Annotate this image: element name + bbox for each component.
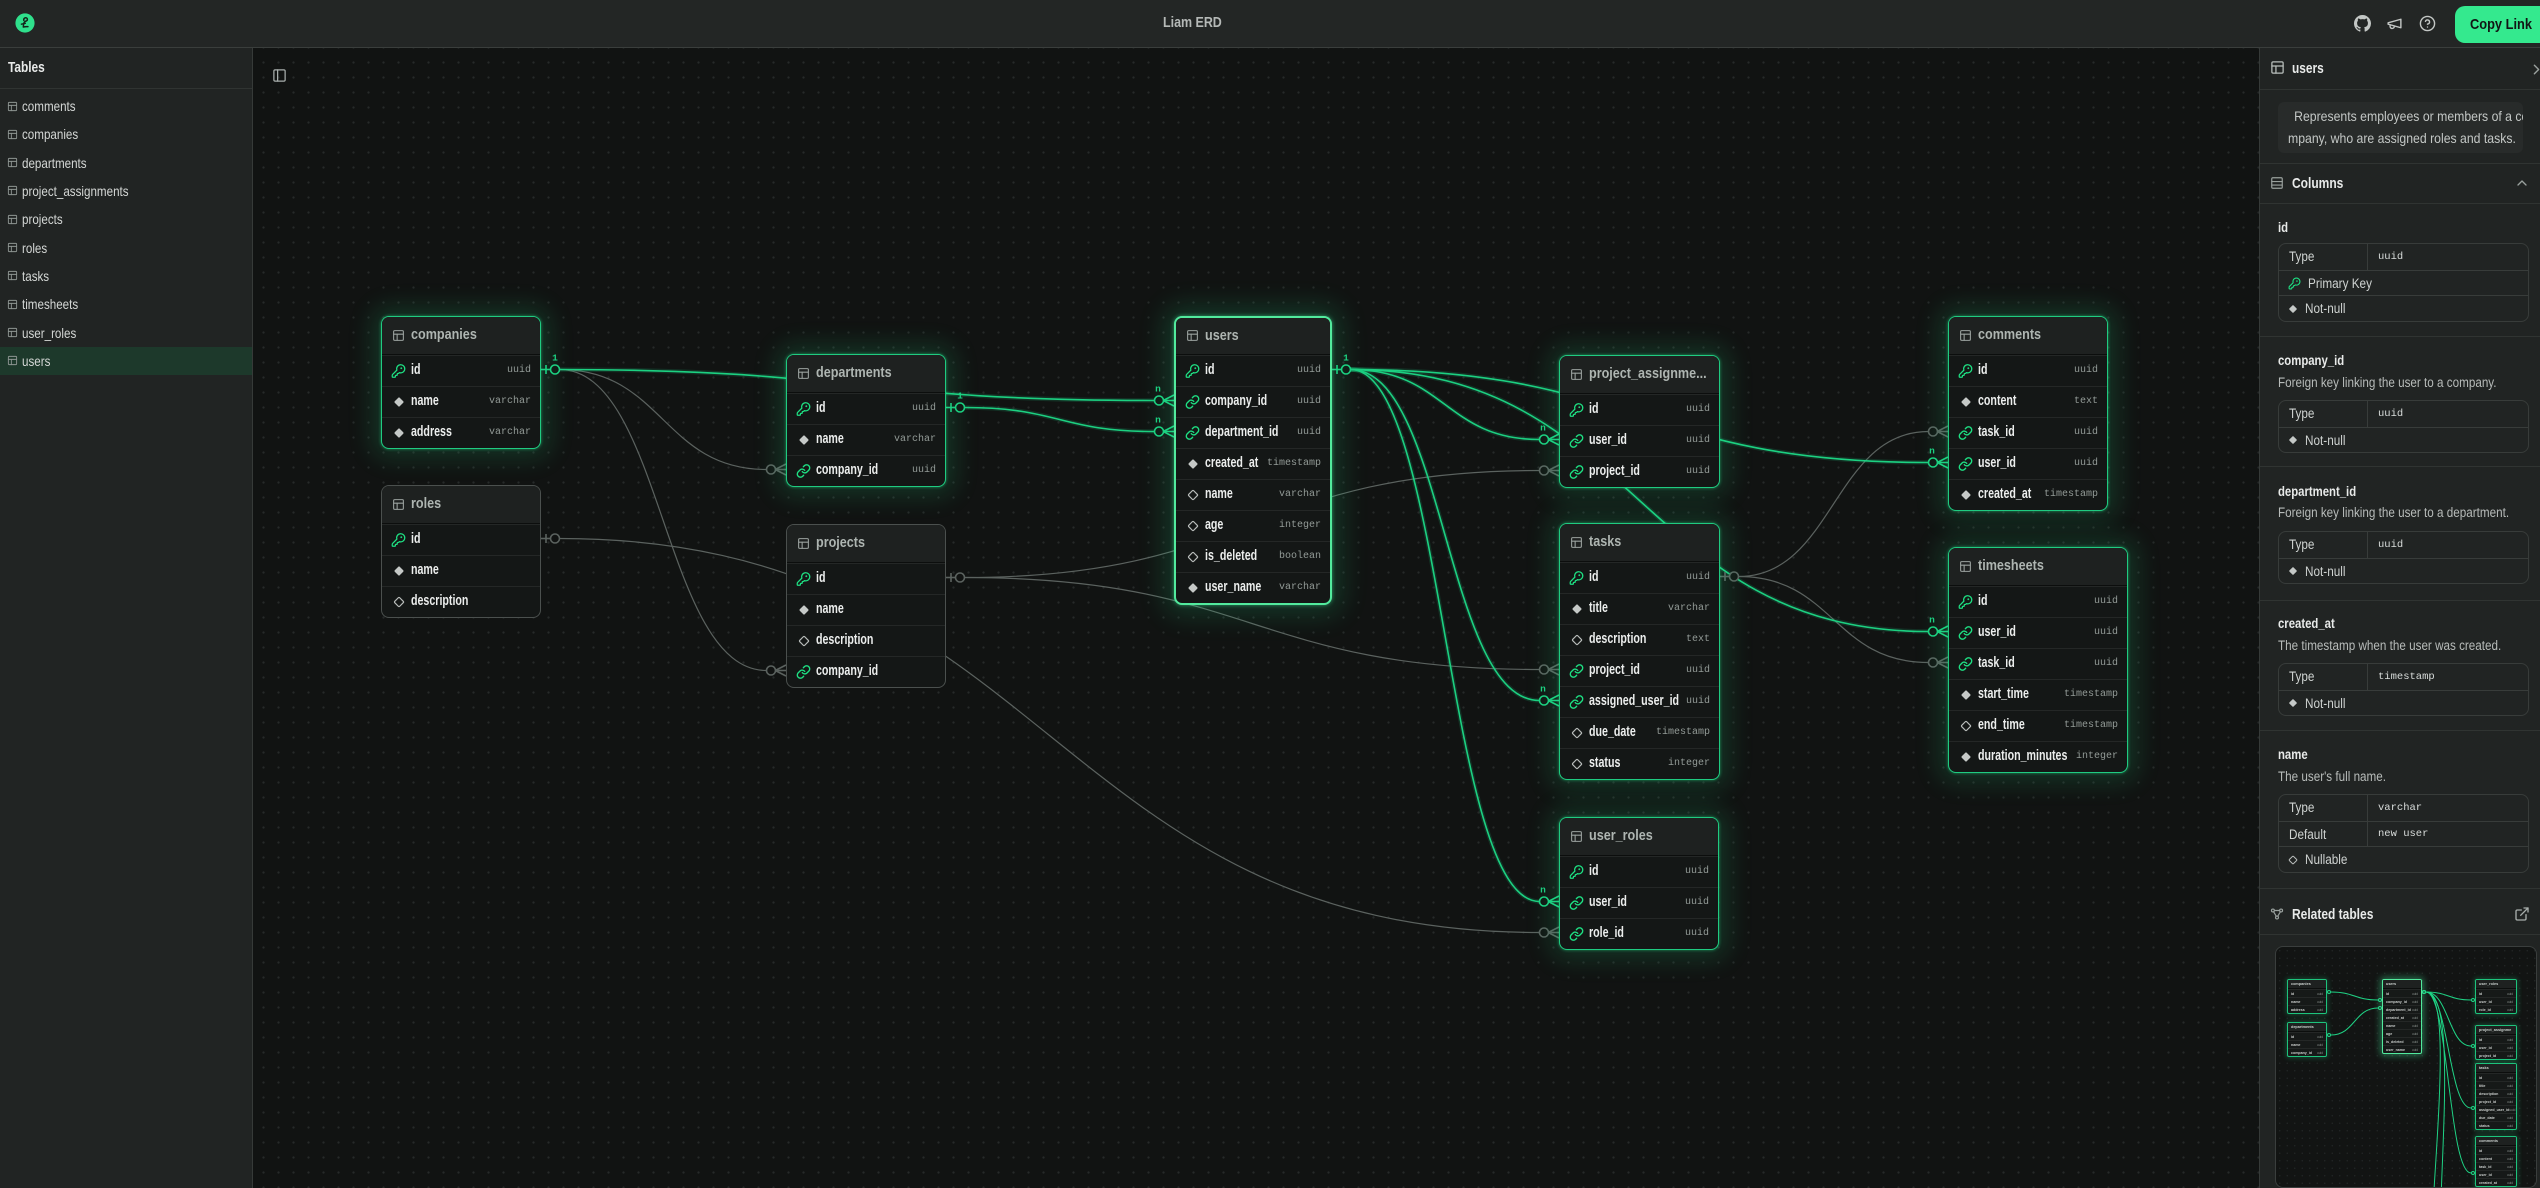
svg-text:1: 1 — [1343, 353, 1349, 364]
svg-text:1: 1 — [552, 353, 558, 364]
svg-text:n: n — [1929, 446, 1935, 457]
svg-text:1: 1 — [957, 391, 963, 402]
svg-text:n: n — [1929, 615, 1935, 626]
svg-text:n: n — [1540, 885, 1546, 896]
svg-text:n: n — [1540, 423, 1546, 434]
svg-text:n: n — [1540, 684, 1546, 695]
svg-text:n: n — [1155, 384, 1161, 395]
svg-text:n: n — [1155, 415, 1161, 426]
